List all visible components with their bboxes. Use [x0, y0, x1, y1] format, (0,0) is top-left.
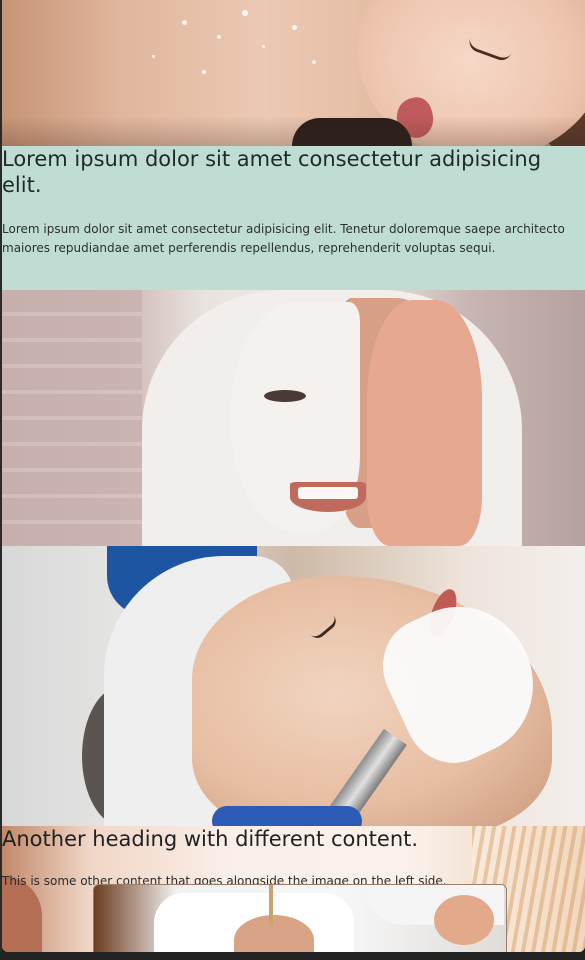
salt-grain: [262, 45, 265, 48]
salt-grain: [152, 55, 155, 58]
brick-wall-shape: [2, 290, 142, 546]
hand-shape: [367, 300, 482, 546]
salt-grain: [292, 25, 297, 30]
salt-grain: [312, 60, 316, 64]
bottom-bar: [0, 952, 585, 960]
face-mask-image: [2, 290, 585, 546]
massage-image: [2, 0, 585, 146]
salt-grain: [242, 10, 248, 16]
face-treatment-image: [93, 884, 507, 952]
text-card: Lorem ipsum dolor sit amet consectetur a…: [2, 146, 585, 290]
salt-grain: [202, 70, 206, 74]
page: Lorem ipsum dolor sit amet consectetur a…: [0, 0, 585, 960]
eye-shape: [264, 390, 306, 402]
section-heading: Another heading with different content.: [2, 827, 419, 851]
tool-shape: [269, 885, 273, 925]
teeth-shape: [298, 487, 358, 499]
facial-brush-image: [2, 546, 585, 826]
glove-shape: [212, 806, 362, 826]
overlay-section: Another heading with different content. …: [2, 826, 585, 952]
salt-grain: [217, 35, 221, 39]
image-shadow: [2, 116, 585, 146]
section-heading: Lorem ipsum dolor sit amet consectetur a…: [2, 147, 542, 197]
salt-grain: [182, 20, 187, 25]
section-body: Lorem ipsum dolor sit amet consectetur a…: [2, 222, 565, 255]
hand-shape: [434, 895, 494, 945]
